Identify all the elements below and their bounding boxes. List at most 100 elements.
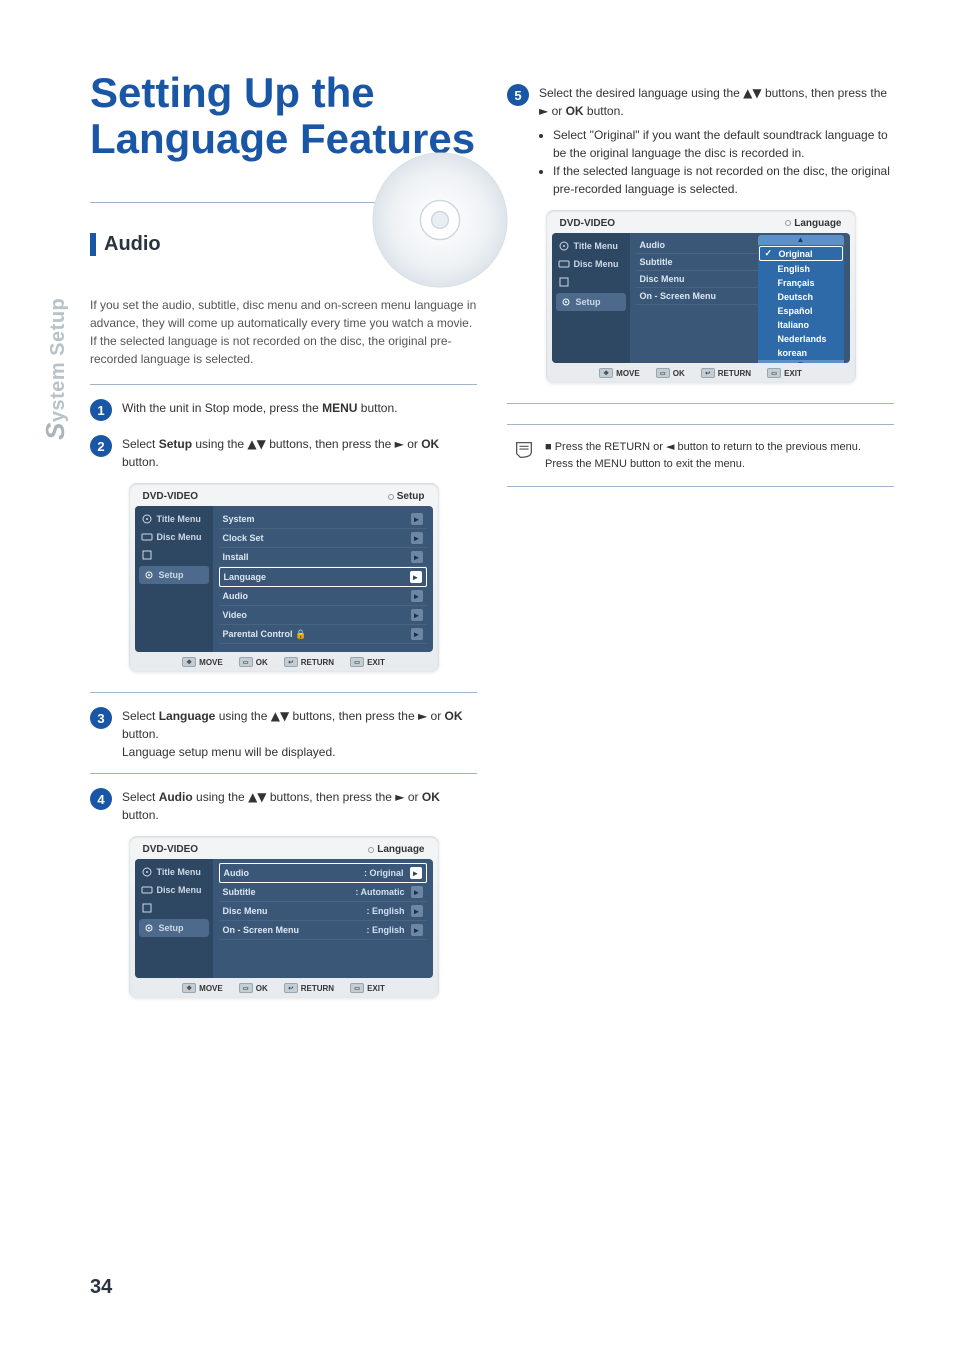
osd-breadcrumb: Setup [388, 491, 425, 502]
osd-row[interactable]: System► [219, 510, 427, 529]
page-title: Setting Up the Language Features [90, 70, 477, 162]
disc-icon [141, 513, 153, 525]
step-1: 1 With the unit in Stop mode, press the … [90, 399, 477, 421]
sidebar-item-disc-menu[interactable]: Disc Menu [552, 255, 630, 273]
footer-ok: ▭OK [239, 983, 268, 993]
osd-panel-language: DVD-VIDEO Language Title Menu Disc Menu … [129, 836, 439, 998]
osd-main: Audio: Original► Subtitle: Automatic► Di… [213, 859, 433, 978]
osd-brand: DVD-VIDEO [560, 218, 616, 229]
osd-row[interactable]: Install► [219, 548, 427, 567]
step-number: 4 [90, 788, 112, 810]
osd-header: DVD-VIDEO Language [552, 216, 850, 233]
ok-key-icon: ▭ [239, 657, 253, 667]
osd-panel-setup: DVD-VIDEO Setup Title Menu Disc Menu Set… [129, 483, 439, 672]
step-text: Select Language using the ▲▼ buttons, th… [122, 707, 477, 761]
osd-row[interactable]: Disc Menu: English► [219, 902, 427, 921]
step-3: 3 Select Language using the ▲▼ buttons, … [90, 707, 477, 761]
step-note: Select "Original" if you want the defaul… [553, 126, 894, 162]
page-number: 34 [90, 1276, 112, 1299]
osd-row[interactable]: Clock Set► [219, 529, 427, 548]
title-line-1: Setting Up the [90, 69, 375, 116]
chevron-right-icon: ► [411, 609, 423, 621]
updown-icon: ▲▼ [271, 709, 289, 723]
sidebar-item-title-menu[interactable]: Title Menu [552, 237, 630, 255]
chevron-right-icon: ► [411, 532, 423, 544]
dropdown-item[interactable]: korean [758, 346, 844, 360]
updown-icon: ▲▼ [743, 86, 761, 100]
scroll-down-icon[interactable]: ▼ [758, 360, 844, 363]
sidebar-item-title-menu[interactable]: Title Menu [135, 863, 213, 881]
sidebar-item-setup[interactable]: Setup [139, 566, 209, 584]
dropdown-item[interactable]: English [758, 262, 844, 276]
sidebar-item-blank [552, 273, 630, 291]
osd-breadcrumb: Language [785, 218, 841, 229]
step-number: 5 [507, 84, 529, 106]
osd-brand: DVD-VIDEO [143, 844, 199, 855]
side-s: S [40, 422, 70, 440]
ok-key-icon: ▭ [656, 368, 670, 378]
divider [507, 403, 894, 404]
scroll-up-icon[interactable]: ▲ [758, 235, 844, 245]
osd-row[interactable]: Subtitle: Automatic► [219, 883, 427, 902]
lock-icon: 🔒 [295, 629, 306, 639]
chevron-right-icon: ► [410, 867, 422, 879]
chevron-right-icon: ► [411, 513, 423, 525]
right-icon: ► [418, 709, 427, 723]
sidebar-item-disc-menu[interactable]: Disc Menu [135, 881, 213, 899]
disc-icon [141, 866, 153, 878]
dropdown-item[interactable]: Italiano [758, 318, 844, 332]
chevron-right-icon: ► [411, 905, 423, 917]
check-icon: ✓ [765, 248, 775, 259]
step-note: If the selected language is not recorded… [553, 162, 894, 198]
sidebar-item-setup[interactable]: Setup [556, 293, 626, 311]
gear-icon [560, 296, 572, 308]
gear-icon [143, 922, 155, 934]
exit-key-icon: ▭ [350, 983, 364, 993]
osd-header: DVD-VIDEO Language [135, 842, 433, 859]
osd-row[interactable]: Parental Control 🔒► [219, 625, 427, 644]
osd-dropdown[interactable]: ▲ ✓Original English Français Deutsch Esp… [758, 235, 844, 363]
note-text: ■ Press the RETURN or ◄ button to return… [545, 439, 888, 472]
return-key-icon: ↩ [284, 983, 298, 993]
osd-main: System► Clock Set► Install► Language► Au… [213, 506, 433, 652]
gear-icon [143, 569, 155, 581]
right-icon: ► [395, 437, 404, 451]
osd-footer: ✥MOVE ▭OK ↩RETURN ▭EXIT [552, 363, 850, 381]
dropdown-item[interactable]: Français [758, 276, 844, 290]
disc-graphic-icon [370, 150, 510, 290]
footer-return: ↩RETURN [701, 368, 751, 378]
section-label-audio: Audio [90, 233, 477, 256]
sidebar-item-title-menu[interactable]: Title Menu [135, 510, 213, 528]
right-icon: ► [539, 104, 548, 118]
step-number: 1 [90, 399, 112, 421]
step-number: 3 [90, 707, 112, 729]
chevron-right-icon: ► [411, 590, 423, 602]
return-key-icon: ↩ [284, 657, 298, 667]
dropdown-item-selected[interactable]: ✓Original [759, 246, 843, 261]
step-text: Select the desired language using the ▲▼… [539, 84, 894, 198]
divider [90, 692, 477, 693]
dpad-icon: ✥ [182, 983, 196, 993]
divider [90, 773, 477, 774]
intro-text: If you set the audio, subtitle, disc men… [90, 296, 477, 368]
chevron-right-icon: ► [411, 551, 423, 563]
sidebar-item-disc-menu[interactable]: Disc Menu [135, 528, 213, 546]
osd-row[interactable]: On - Screen Menu: English► [219, 921, 427, 940]
osd-row[interactable]: Audio► [219, 587, 427, 606]
right-icon: ► [395, 790, 404, 804]
osd-row-highlighted[interactable]: Audio: Original► [219, 863, 427, 883]
dropdown-item[interactable]: Español [758, 304, 844, 318]
osd-row-highlighted[interactable]: Language► [219, 567, 427, 587]
divider [90, 202, 477, 203]
step-text: With the unit in Stop mode, press the ME… [122, 399, 397, 421]
osd-row[interactable]: Video► [219, 606, 427, 625]
osd-footer: ✥MOVE ▭OK ↩RETURN ▭EXIT [135, 652, 433, 670]
divider [90, 384, 477, 385]
updown-icon: ▲▼ [247, 437, 265, 451]
chevron-right-icon: ► [410, 571, 422, 583]
dropdown-item[interactable]: Nederlands [758, 332, 844, 346]
sidebar-item-setup[interactable]: Setup [139, 919, 209, 937]
card-icon [141, 902, 153, 914]
dropdown-item[interactable]: Deutsch [758, 290, 844, 304]
step-number: 2 [90, 435, 112, 457]
